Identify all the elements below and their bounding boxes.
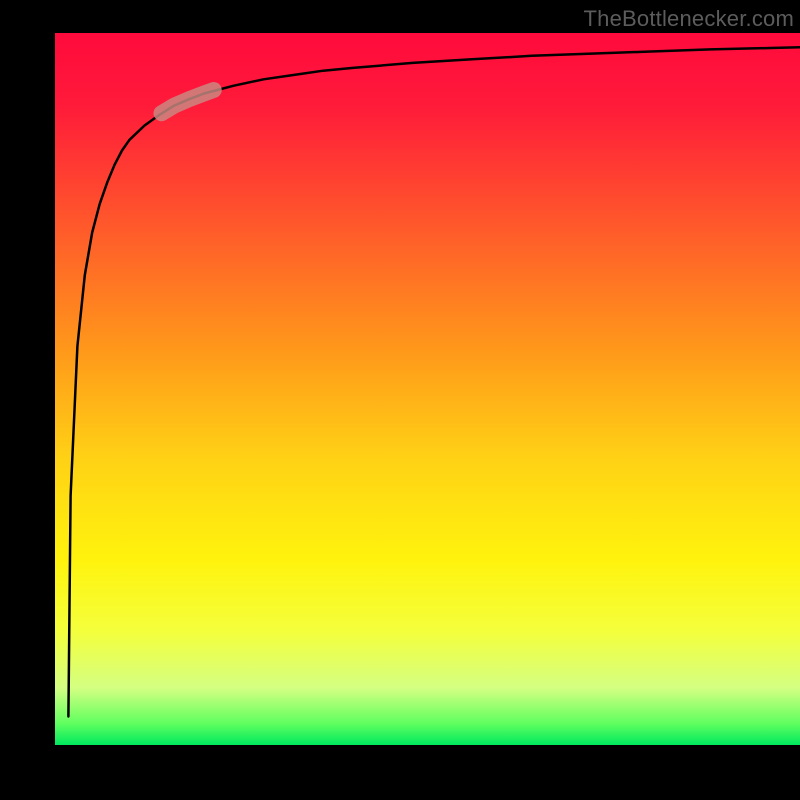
chart-container: TheBottlenecker.com — [0, 0, 800, 800]
watermark-label: TheBottlenecker.com — [584, 6, 794, 32]
curve-svg — [55, 33, 800, 745]
plot-area — [55, 33, 800, 745]
highlight-segment — [162, 90, 214, 113]
bottleneck-curve — [68, 47, 800, 716]
